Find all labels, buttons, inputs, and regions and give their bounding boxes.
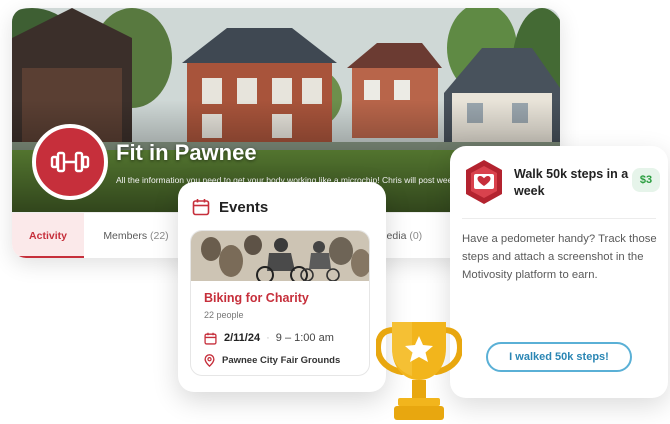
challenge-description: Have a pedometer handy? Track those step… — [462, 233, 657, 281]
events-header: Events — [192, 196, 268, 218]
event-item[interactable]: Biking for Charity 22 people 2/11/24 · 9… — [190, 230, 370, 376]
trophy-icon — [376, 322, 462, 420]
reward-badge: $3 — [632, 168, 660, 192]
divider — [462, 218, 656, 219]
calendar-icon — [192, 199, 210, 216]
tab-activity[interactable]: Activity — [12, 213, 84, 258]
event-separator: · — [266, 332, 270, 344]
dumbbell-icon — [50, 151, 90, 173]
event-location: Pawnee City Fair Grounds — [222, 354, 341, 366]
event-date-row: 2/11/24 · 9 – 1:00 am — [204, 331, 334, 345]
tab-members[interactable]: Members (22) — [96, 213, 176, 258]
location-pin-icon — [204, 353, 215, 367]
tab-media-count: (0) — [409, 230, 423, 242]
events-card: Events Biking for Charity 22 people 2/11… — [178, 182, 386, 392]
tab-members-label: Members — [103, 230, 148, 242]
event-location-row: Pawnee City Fair Grounds — [204, 353, 340, 367]
group-title: Fit in Pawnee — [116, 140, 257, 165]
event-name[interactable]: Biking for Charity — [204, 291, 309, 305]
events-title: Events — [219, 198, 269, 216]
tab-members-count: (22) — [150, 230, 169, 242]
event-image — [191, 231, 369, 281]
event-time: 9 – 1:00 am — [275, 332, 334, 344]
group-logo — [32, 124, 108, 200]
challenge-title: Walk 50k steps in a week — [514, 167, 629, 198]
tab-activity-label: Activity — [29, 230, 67, 242]
challenge-card: Walk 50k steps in a week $3 Have a pedom… — [450, 146, 668, 398]
heart-hexagon-badge-icon — [466, 160, 502, 204]
event-date: 2/11/24 — [224, 332, 261, 344]
event-attendee-count: 22 people — [204, 310, 244, 320]
calendar-icon — [204, 332, 217, 345]
complete-challenge-button[interactable]: I walked 50k steps! — [486, 342, 632, 372]
